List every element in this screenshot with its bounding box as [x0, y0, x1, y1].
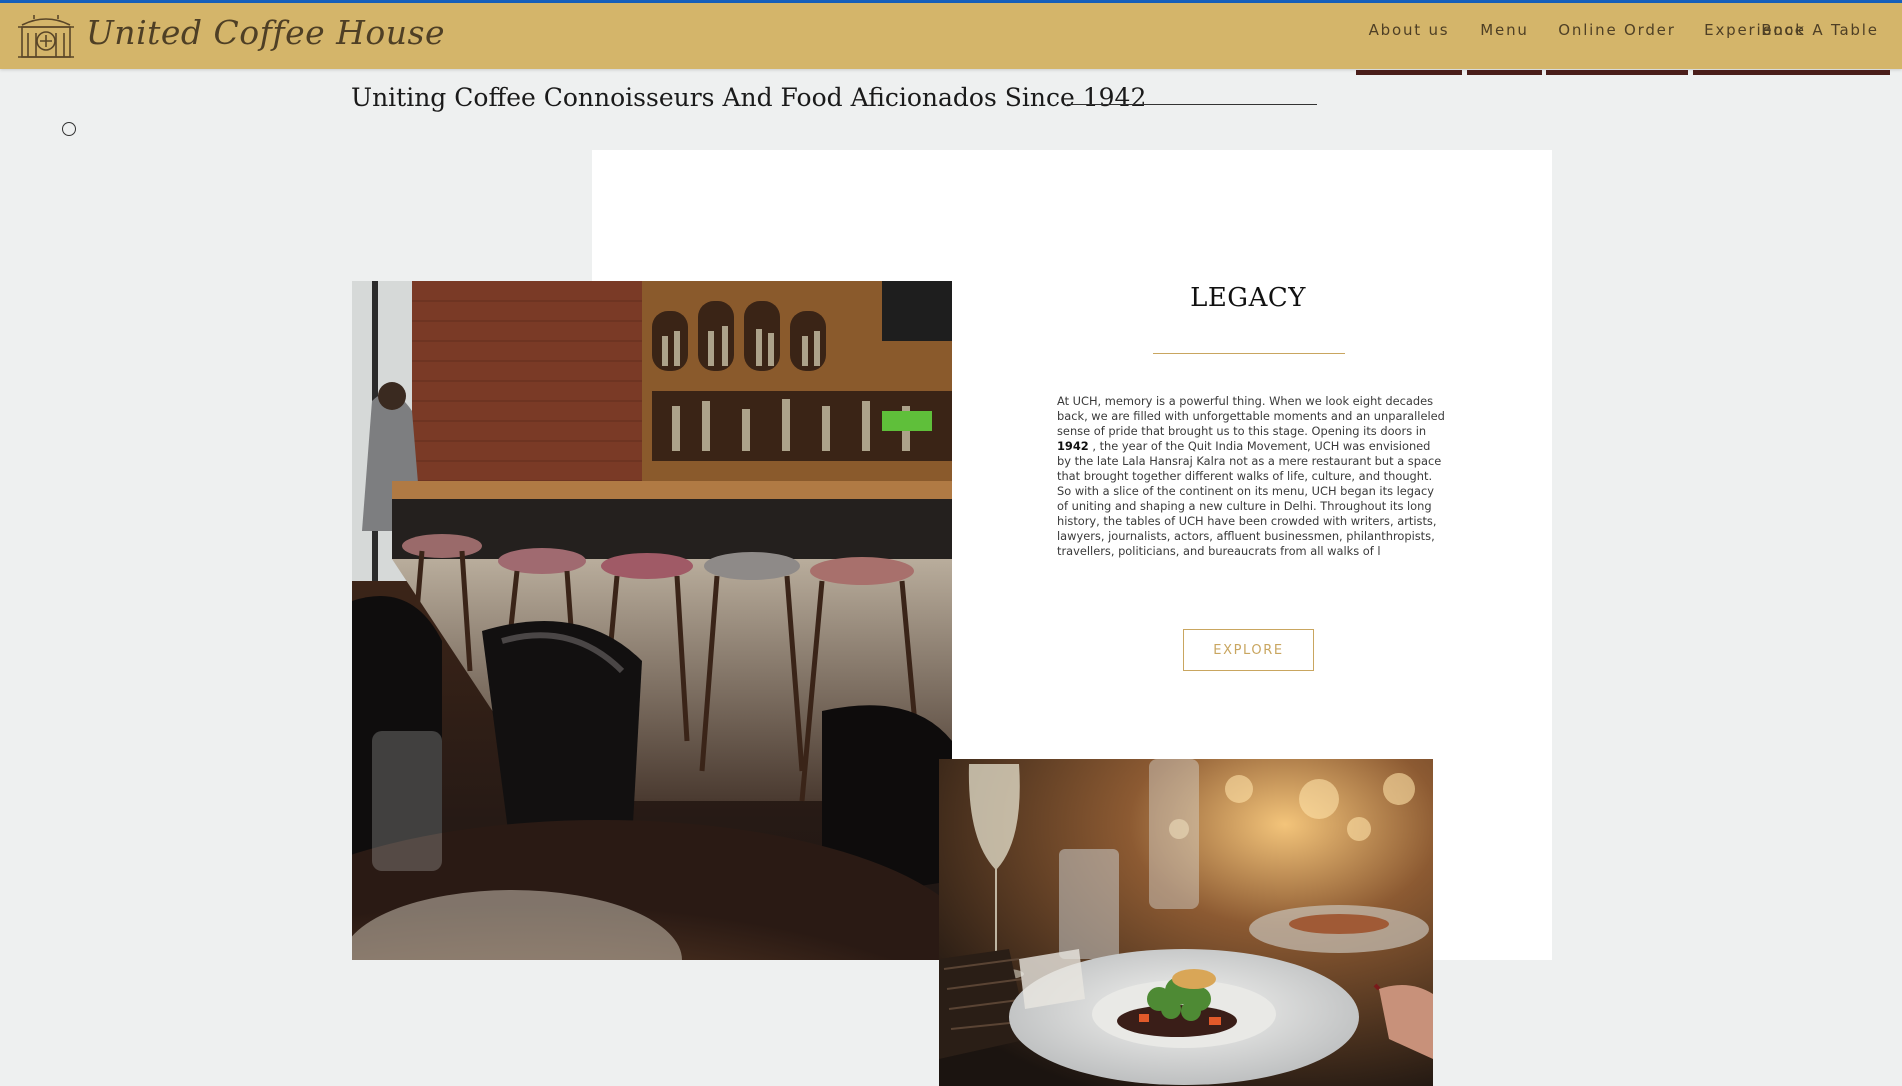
explore-button[interactable]: EXPLORE — [1183, 629, 1314, 671]
slide-indicator-radio[interactable] — [62, 122, 76, 136]
plated-dinner-table-photo — [939, 759, 1433, 1086]
nav-online-order-label: Online Order — [1558, 21, 1676, 39]
nav-book-a-table-label: Book A Table — [1761, 21, 1879, 39]
nav-underline — [1546, 70, 1688, 75]
coffee-house-emblem-icon[interactable] — [14, 11, 78, 63]
legacy-description: At UCH, memory is a powerful thing. When… — [1057, 394, 1447, 559]
brand-name[interactable]: United Coffee House — [86, 13, 445, 52]
nav-underline — [1467, 70, 1542, 75]
legacy-year: 1942 — [1057, 439, 1089, 453]
legacy-text-part-1: At UCH, memory is a powerful thing. When… — [1057, 394, 1445, 438]
nav-about-us-label: About us — [1368, 21, 1450, 39]
legacy-text-part-2: , the year of the Quit India Movement, U… — [1057, 439, 1442, 558]
nav-menu[interactable]: Menu — [1467, 3, 1542, 75]
site-header: United Coffee House About us Menu Online… — [0, 3, 1902, 75]
restaurant-bar-interior-photo — [352, 281, 952, 960]
nav-book-a-table[interactable]: Book A Table — [1750, 3, 1890, 75]
nav-underline — [1356, 70, 1462, 75]
legacy-divider — [1153, 353, 1345, 354]
nav-online-order[interactable]: Online Order — [1546, 3, 1688, 75]
nav-menu-label: Menu — [1480, 21, 1529, 39]
nav-about-us[interactable]: About us — [1356, 3, 1462, 75]
page-tagline: Uniting Coffee Connoisseurs And Food Afi… — [351, 83, 1147, 112]
nav-underline — [1750, 70, 1890, 75]
legacy-title: LEGACY — [1190, 283, 1306, 313]
tagline-divider — [1067, 104, 1317, 105]
